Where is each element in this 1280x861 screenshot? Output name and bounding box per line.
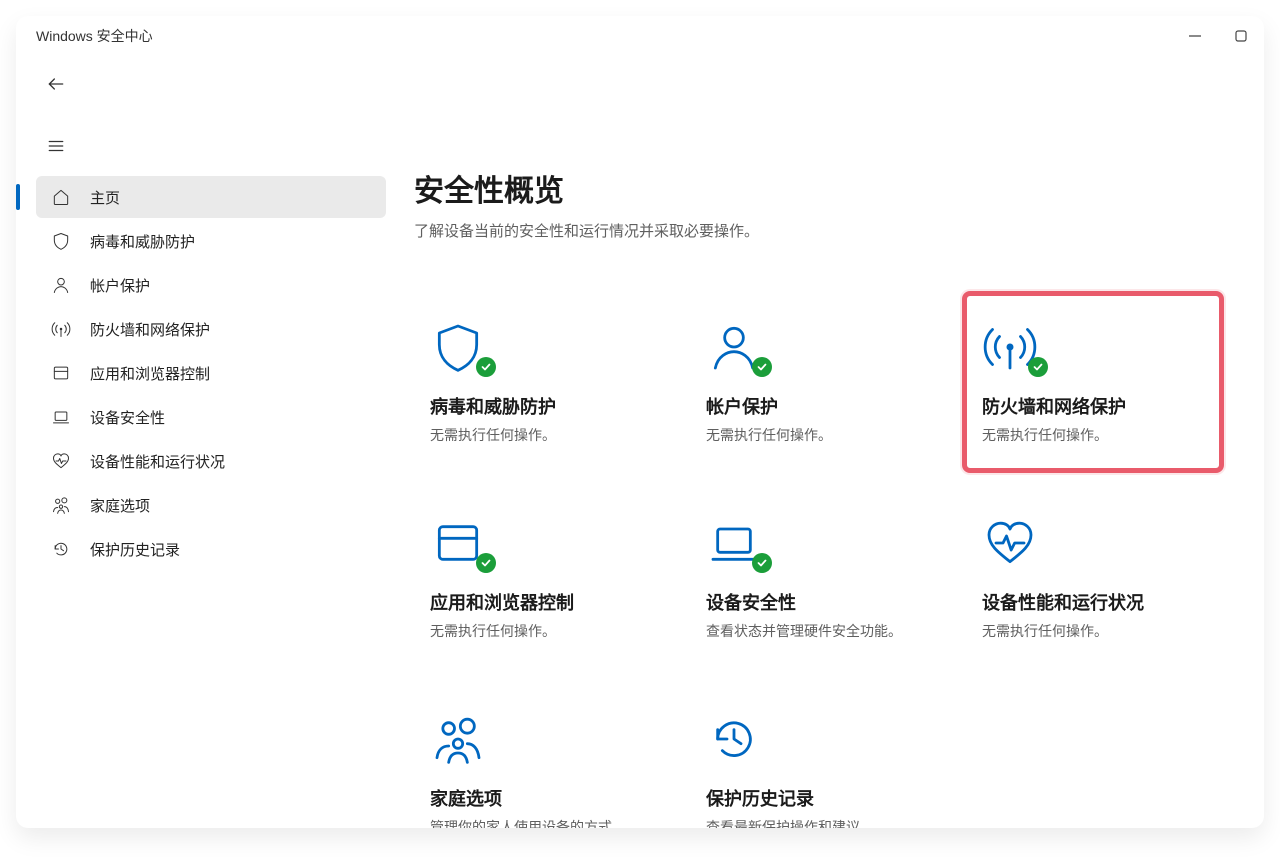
- browser-icon: [50, 363, 72, 383]
- browser-icon: [430, 511, 494, 571]
- home-icon: [50, 187, 72, 207]
- tile-title: 保护历史记录: [706, 785, 928, 811]
- tile-desc: 管理你的家人使用设备的方式。: [430, 817, 652, 828]
- tile-shield[interactable]: 病毒和威胁防护 无需执行任何操作。: [410, 291, 672, 473]
- tile-heart[interactable]: 设备性能和运行状况 无需执行任何操作。: [962, 487, 1224, 669]
- page-title: 安全性概览: [414, 166, 1224, 210]
- person-icon: [50, 275, 72, 295]
- nav-item-laptop[interactable]: 设备安全性: [36, 396, 386, 438]
- nav-item-label: 病毒和威胁防护: [90, 231, 195, 252]
- nav-item-label: 设备性能和运行状况: [90, 451, 225, 472]
- nav-item-browser[interactable]: 应用和浏览器控制: [36, 352, 386, 394]
- tile-desc: 无需执行任何操作。: [430, 425, 652, 445]
- family-icon: [430, 707, 494, 767]
- nav-item-label: 设备安全性: [90, 407, 165, 428]
- sidebar: 主页病毒和威胁防护帐户保护防火墙和网络保护应用和浏览器控制设备安全性设备性能和运…: [16, 54, 386, 828]
- status-ok-badge: [752, 553, 772, 573]
- menu-toggle-button[interactable]: [36, 126, 76, 166]
- tile-desc: 无需执行任何操作。: [982, 425, 1204, 445]
- page-subtitle: 了解设备当前的安全性和运行情况并采取必要操作。: [414, 220, 1224, 241]
- heart-icon: [50, 451, 72, 471]
- laptop-icon: [50, 407, 72, 427]
- family-icon: [50, 495, 72, 515]
- tile-antenna[interactable]: 防火墙和网络保护 无需执行任何操作。: [962, 291, 1224, 473]
- tile-laptop[interactable]: 设备安全性 查看状态并管理硬件安全功能。: [686, 487, 948, 669]
- nav-item-label: 主页: [90, 187, 120, 208]
- laptop-icon: [706, 511, 770, 571]
- nav-item-label: 帐户保护: [90, 275, 150, 296]
- tile-history[interactable]: 保护历史记录 查看最新保护操作和建议。: [686, 683, 948, 828]
- tiles-grid: 病毒和威胁防护 无需执行任何操作。 帐户保护 无需执行任何操作。 防火墙和网络保…: [410, 291, 1224, 828]
- window-title: Windows 安全中心: [36, 26, 153, 46]
- nav-item-shield[interactable]: 病毒和威胁防护: [36, 220, 386, 262]
- window-controls: [1186, 27, 1250, 45]
- tile-family[interactable]: 家庭选项 管理你的家人使用设备的方式。: [410, 683, 672, 828]
- nav-item-heart[interactable]: 设备性能和运行状况: [36, 440, 386, 482]
- nav-item-family[interactable]: 家庭选项: [36, 484, 386, 526]
- tile-desc: 无需执行任何操作。: [706, 425, 928, 445]
- shield-icon: [50, 231, 72, 251]
- nav-item-label: 应用和浏览器控制: [90, 363, 210, 384]
- tile-title: 帐户保护: [706, 393, 928, 419]
- tile-desc: 无需执行任何操作。: [982, 621, 1204, 641]
- status-ok-badge: [476, 357, 496, 377]
- nav-list: 主页病毒和威胁防护帐户保护防火墙和网络保护应用和浏览器控制设备安全性设备性能和运…: [36, 176, 386, 570]
- title-bar: Windows 安全中心: [16, 16, 1264, 54]
- tile-title: 应用和浏览器控制: [430, 589, 652, 615]
- tile-desc: 查看状态并管理硬件安全功能。: [706, 621, 928, 641]
- antenna-icon: [50, 319, 72, 339]
- history-icon: [50, 539, 72, 559]
- antenna-icon: [982, 315, 1046, 375]
- tile-title: 家庭选项: [430, 785, 652, 811]
- person-icon: [706, 315, 770, 375]
- maximize-button[interactable]: [1232, 27, 1250, 45]
- tile-title: 防火墙和网络保护: [982, 393, 1204, 419]
- tile-desc: 查看最新保护操作和建议。: [706, 817, 928, 828]
- history-icon: [706, 707, 770, 767]
- tile-title: 设备安全性: [706, 589, 928, 615]
- nav-item-antenna[interactable]: 防火墙和网络保护: [36, 308, 386, 350]
- tile-desc: 无需执行任何操作。: [430, 621, 652, 641]
- back-button[interactable]: [36, 64, 76, 104]
- shield-icon: [430, 315, 494, 375]
- nav-item-home[interactable]: 主页: [36, 176, 386, 218]
- status-ok-badge: [752, 357, 772, 377]
- tile-browser[interactable]: 应用和浏览器控制 无需执行任何操作。: [410, 487, 672, 669]
- app-window: Windows 安全中心 主页病毒和威胁防护帐户保护防火墙和网络保护应用和浏览器…: [16, 16, 1264, 828]
- heart-icon: [982, 511, 1046, 571]
- tile-title: 病毒和威胁防护: [430, 393, 652, 419]
- nav-item-label: 家庭选项: [90, 495, 150, 516]
- tile-person[interactable]: 帐户保护 无需执行任何操作。: [686, 291, 948, 473]
- minimize-button[interactable]: [1186, 27, 1204, 45]
- tile-title: 设备性能和运行状况: [982, 589, 1204, 615]
- nav-item-label: 防火墙和网络保护: [90, 319, 210, 340]
- nav-item-label: 保护历史记录: [90, 539, 180, 560]
- main-content: 安全性概览 了解设备当前的安全性和运行情况并采取必要操作。 病毒和威胁防护 无需…: [386, 54, 1264, 828]
- status-ok-badge: [476, 553, 496, 573]
- nav-item-person[interactable]: 帐户保护: [36, 264, 386, 306]
- status-ok-badge: [1028, 357, 1048, 377]
- nav-item-history[interactable]: 保护历史记录: [36, 528, 386, 570]
